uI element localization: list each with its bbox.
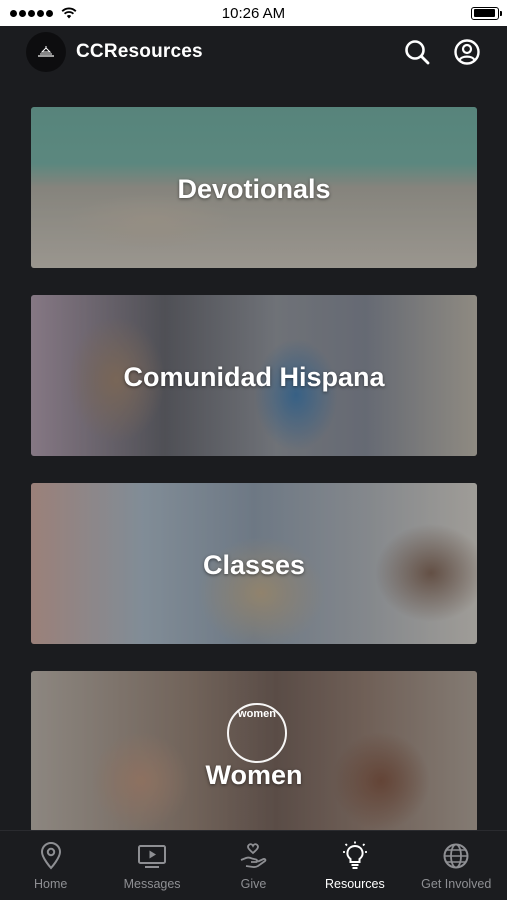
wifi-icon: [61, 7, 77, 19]
church-logo-icon[interactable]: [26, 32, 66, 72]
app-screen: CCResources Devotionals Comunidad Hispan…: [0, 26, 507, 900]
tab-label: Resources: [324, 877, 385, 891]
resource-list: Devotionals Comunidad Hispana Classes wo…: [31, 107, 477, 859]
globe-icon: [443, 843, 469, 869]
tab-label: Messages: [123, 877, 181, 891]
bottom-tab-bar: Home Messages Give Resources Get Involve…: [0, 830, 507, 900]
tab-label: Give: [240, 877, 267, 891]
battery-icon: [471, 6, 502, 20]
card-women[interactable]: women Women: [31, 671, 477, 832]
tab-home[interactable]: Home: [1, 841, 101, 891]
tab-resources[interactable]: Resources: [305, 841, 405, 891]
card-label: Women: [205, 760, 303, 790]
women-logo-badge: women: [227, 703, 287, 763]
lightbulb-icon: [342, 841, 367, 869]
card-label: Devotionals: [177, 173, 331, 204]
app-header: CCResources: [0, 26, 507, 78]
app-title: CCResources: [76, 41, 203, 62]
tab-messages[interactable]: Messages: [102, 841, 202, 891]
user-circle-icon[interactable]: [453, 38, 481, 66]
hand-heart-icon: [241, 843, 267, 868]
tab-label: Home: [34, 877, 68, 891]
women-badge-text: women: [238, 708, 276, 720]
signal-dots-icon: [10, 7, 77, 19]
status-bar: 10:26 AM: [0, 0, 507, 26]
card-label: Classes: [202, 549, 306, 580]
card-comunidad-hispana[interactable]: Comunidad Hispana: [31, 295, 477, 456]
card-label: Comunidad Hispana: [123, 361, 385, 392]
card-devotionals[interactable]: Devotionals: [31, 107, 477, 268]
tab-give[interactable]: Give: [203, 841, 303, 891]
tab-label: Get Involved: [421, 877, 492, 891]
location-pin-icon: [40, 842, 61, 870]
search-icon[interactable]: [403, 38, 431, 66]
tab-get-involved[interactable]: Get Involved: [406, 841, 506, 891]
play-screen-icon: [138, 845, 167, 868]
card-classes[interactable]: Classes: [31, 483, 477, 644]
